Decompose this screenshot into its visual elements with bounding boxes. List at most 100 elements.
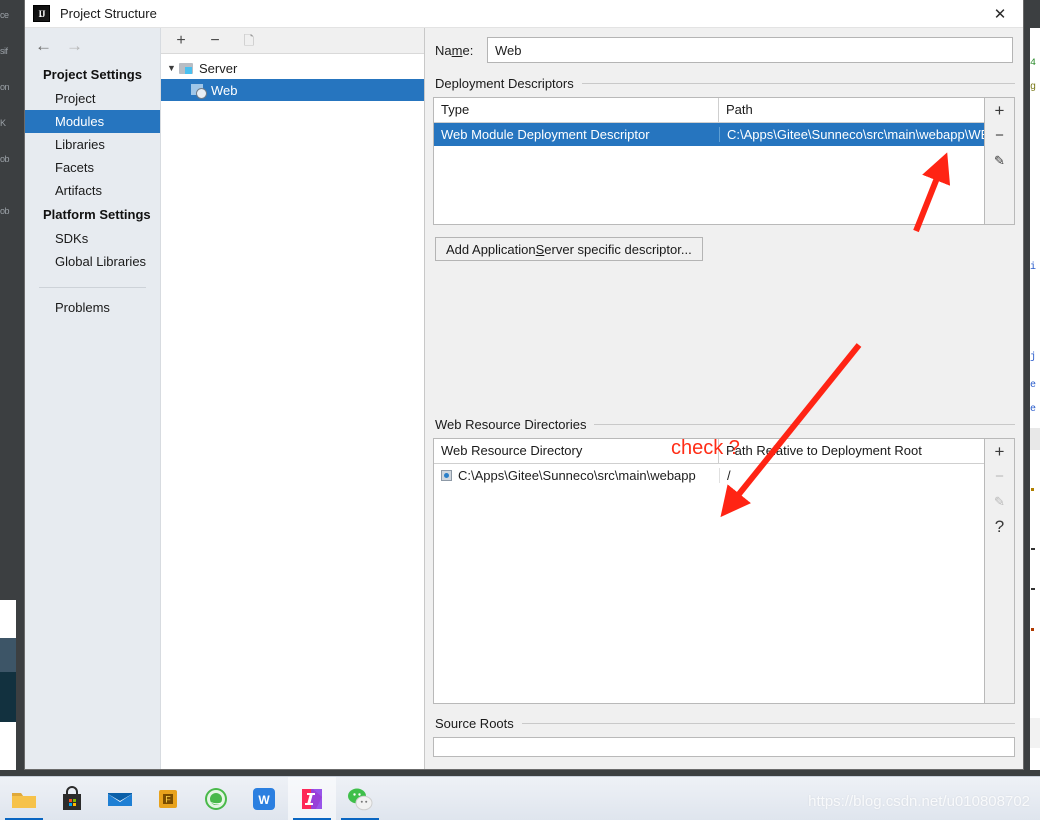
minus-icon[interactable]: −	[991, 468, 1009, 485]
background-left-lower-panels	[0, 600, 16, 770]
settings-sidebar: ← → Project Settings Project Modules Lib…	[25, 28, 161, 769]
microsoft-store-icon	[58, 785, 86, 813]
sidebar-navigation-arrows: ← →	[25, 28, 160, 62]
pencil-edit-icon[interactable]: ✎	[991, 493, 1009, 510]
arrow-right-icon[interactable]: →	[66, 37, 83, 54]
web-resource-directories-header: Web Resource Directories	[435, 417, 1015, 432]
file-explorer-icon	[10, 785, 38, 813]
tree-node-label: Server	[199, 60, 238, 76]
plus-icon[interactable]: +	[173, 32, 189, 49]
table-body: Web Module Deployment Descriptor C:\Apps…	[434, 123, 984, 224]
cell-relative-path: /	[719, 468, 984, 483]
bg-left-fragment: ob	[0, 206, 10, 216]
section-divider	[581, 83, 1015, 84]
column-header-type[interactable]: Type	[434, 98, 719, 122]
watermark-url: https://blog.csdn.net/u010808702	[808, 793, 1030, 810]
plus-icon[interactable]: +	[991, 102, 1009, 119]
help-question-icon[interactable]: ?	[991, 518, 1009, 535]
table-body: C:\Apps\Gitee\Sunneco\src\main\webapp /	[434, 464, 984, 703]
module-settings-content: Name: Deployment Descriptors Type Path W…	[425, 28, 1023, 769]
close-icon[interactable]: ✕	[977, 0, 1023, 28]
cell-path: C:\Apps\Gitee\Sunneco\src\main\webapp\WE…	[719, 127, 984, 142]
tree-node-server[interactable]: ▼ Server	[161, 57, 424, 79]
wechat-icon	[346, 785, 374, 813]
web-resource-directories-table-wrap: Web Resource Directory Path Relative to …	[433, 438, 1015, 704]
bg-right-fragment: g	[1030, 82, 1037, 93]
web-resource-directories-side-buttons: + − ✎ ?	[985, 438, 1015, 704]
cell-type: Web Module Deployment Descriptor	[441, 127, 650, 142]
dialog-body: ← → Project Settings Project Modules Lib…	[25, 28, 1023, 769]
mail-icon	[106, 785, 134, 813]
deployment-descriptors-table-wrap: Type Path Web Module Deployment Descript…	[433, 97, 1015, 225]
taskbar-wps-office-icon[interactable]: W	[240, 777, 288, 820]
taskbar-file-explorer-icon[interactable]	[0, 777, 48, 820]
section-divider	[594, 424, 1015, 425]
table-row[interactable]: Web Module Deployment Descriptor C:\Apps…	[434, 123, 984, 146]
bg-left-fragment: ob	[0, 154, 10, 164]
add-application-server-specific-descriptor-button[interactable]: Add Application Server specific descript…	[435, 237, 703, 261]
taskbar-internet-explorer-icon[interactable]	[192, 777, 240, 820]
taskbar-mail-icon[interactable]	[96, 777, 144, 820]
folder-module-icon	[179, 62, 193, 74]
chevron-down-icon[interactable]: ▼	[167, 63, 179, 73]
bg-right-fragment: e	[1030, 404, 1037, 415]
section-title: Source Roots	[435, 716, 514, 731]
cell-directory-text: C:\Apps\Gitee\Sunneco\src\main\webapp	[458, 468, 696, 483]
deployment-descriptors-side-buttons: + − ✎	[985, 97, 1015, 225]
sidebar-item-sdks[interactable]: SDKs	[25, 227, 160, 250]
directory-icon	[441, 470, 452, 481]
cell-web-resource-directory: C:\Apps\Gitee\Sunneco\src\main\webapp	[434, 468, 719, 483]
annotation-check-text: check ?	[671, 437, 740, 459]
source-roots-table	[433, 737, 1015, 757]
module-tree-toolbar: + − 🗋	[161, 28, 424, 54]
copy-icon[interactable]: 🗋	[241, 34, 257, 47]
sidebar-item-artifacts[interactable]: Artifacts	[25, 179, 160, 202]
windows-taskbar: F W https://blog.csdn.net/u010808702	[0, 776, 1040, 820]
column-header-path[interactable]: Path	[719, 98, 984, 122]
bg-right-fragment: j	[1030, 352, 1037, 363]
internet-explorer-icon	[202, 785, 230, 813]
section-divider	[521, 723, 1015, 724]
taskbar-intellij-idea-icon[interactable]	[288, 776, 336, 820]
dialog-titlebar: IJ Project Structure ✕	[25, 0, 1023, 28]
intellij-idea-icon: IJ	[33, 5, 50, 22]
column-header-path-relative-to-deployment-root[interactable]: Path Relative to Deployment Root	[719, 439, 984, 463]
taskbar-processor-tool-icon[interactable]: F	[144, 777, 192, 820]
sidebar-item-problems[interactable]: Problems	[25, 296, 160, 319]
source-roots-header: Source Roots	[435, 716, 1015, 731]
module-tree-pane: + − 🗋 ▼ Server Web	[161, 28, 425, 769]
background-right-code-strip: 4 g i j e e	[1030, 28, 1040, 770]
bg-left-fragment: sif	[0, 46, 8, 56]
dialog-title: Project Structure	[60, 6, 157, 21]
tree-node-label: Web	[211, 82, 238, 98]
taskbar-wechat-icon[interactable]	[336, 777, 384, 820]
svg-text:W: W	[258, 793, 270, 807]
arrow-left-icon[interactable]: ←	[35, 37, 52, 54]
plus-icon[interactable]: +	[991, 443, 1009, 460]
sidebar-item-project[interactable]: Project	[25, 87, 160, 110]
minus-icon[interactable]: −	[991, 127, 1009, 144]
web-facet-icon	[191, 83, 207, 99]
intellij-idea-icon	[298, 785, 326, 813]
svg-text:F: F	[165, 794, 171, 804]
tree-node-web[interactable]: Web	[161, 79, 424, 101]
sidebar-item-global-libraries[interactable]: Global Libraries	[25, 250, 160, 273]
taskbar-microsoft-store-icon[interactable]	[48, 777, 96, 820]
name-input[interactable]	[487, 37, 1013, 63]
sidebar-divider	[39, 287, 146, 288]
table-header-row: Type Path	[434, 98, 984, 123]
sidebar-group-platform-settings: Platform Settings	[43, 207, 151, 222]
bg-left-fragment: K	[0, 118, 6, 128]
name-field-label: Name:	[435, 42, 474, 58]
web-resource-directories-table: Web Resource Directory Path Relative to …	[433, 438, 985, 704]
section-title: Web Resource Directories	[435, 417, 587, 432]
sidebar-item-facets[interactable]: Facets	[25, 156, 160, 179]
table-row[interactable]: C:\Apps\Gitee\Sunneco\src\main\webapp /	[434, 464, 984, 487]
minus-icon[interactable]: −	[207, 32, 223, 49]
sidebar-item-modules[interactable]: Modules	[25, 110, 160, 133]
sidebar-group-project-settings: Project Settings	[43, 67, 142, 82]
processor-tool-icon: F	[154, 785, 182, 813]
pencil-edit-icon[interactable]: ✎	[991, 152, 1009, 169]
sidebar-item-libraries[interactable]: Libraries	[25, 133, 160, 156]
bg-left-fragment: ce	[0, 10, 9, 20]
